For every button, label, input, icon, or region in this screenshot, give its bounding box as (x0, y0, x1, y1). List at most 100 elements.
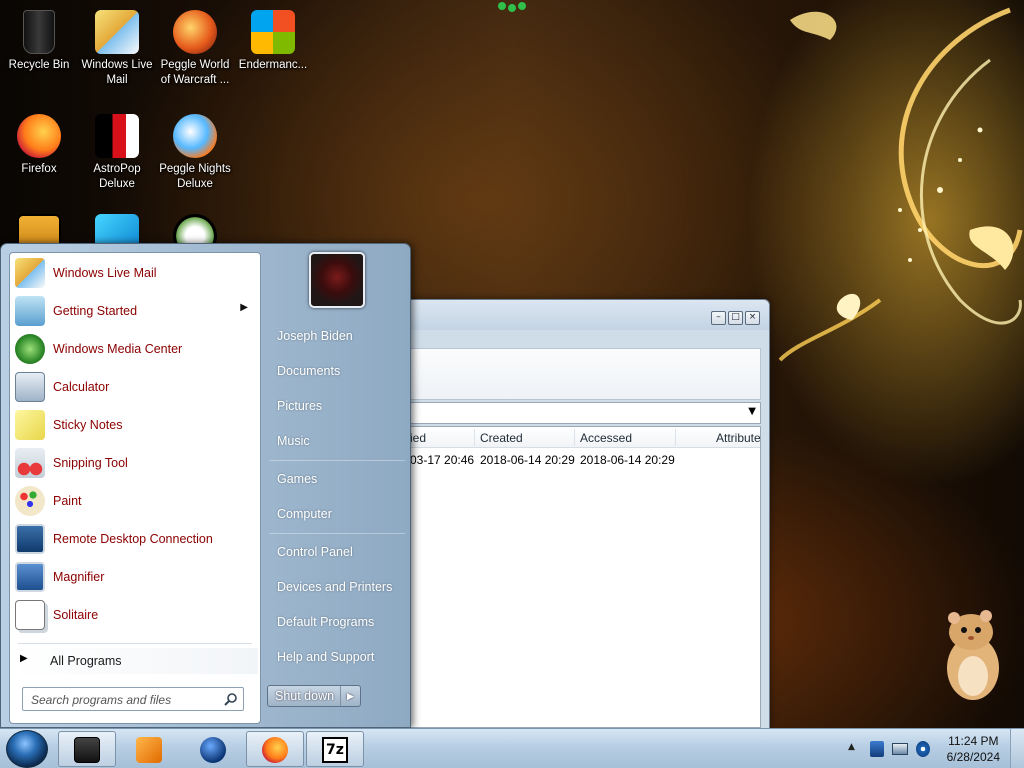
close-button[interactable]: × (745, 311, 760, 325)
network-icon[interactable] (892, 743, 908, 755)
tray-overflow-arrow[interactable]: ▲ (848, 742, 855, 752)
program-windows-live-mail[interactable]: Windows Live Mail (12, 255, 258, 291)
scissors-icon (15, 448, 45, 478)
desktop-icon-partial-2[interactable] (78, 208, 156, 244)
maximize-button[interactable]: □ (728, 311, 743, 325)
place-music[interactable]: Music (267, 427, 407, 455)
media-center-icon (15, 334, 45, 364)
column-attributes[interactable]: Attribute (716, 431, 761, 445)
taskbar-button-globe[interactable] (184, 731, 242, 767)
desktop-icon-endermanch[interactable]: Endermanc... (234, 4, 312, 73)
show-desktop-button[interactable] (1010, 729, 1024, 768)
place-pictures[interactable]: Pictures (267, 392, 407, 420)
column-created[interactable]: Created (480, 431, 523, 445)
desktop-icon-windows-live-mail[interactable]: Windows Live Mail (78, 4, 156, 88)
wallpaper-swirl (778, 7, 1023, 362)
all-programs-button[interactable]: ▶ All Programs (12, 648, 258, 674)
peggle-icon (173, 10, 217, 54)
program-magnifier[interactable]: Magnifier (12, 559, 258, 595)
place-games[interactable]: Games (267, 465, 407, 493)
program-remote-desktop[interactable]: Remote Desktop Connection (12, 521, 258, 557)
program-paint[interactable]: Paint (12, 483, 258, 519)
pc-icon (74, 737, 100, 763)
chevron-down-icon[interactable]: ▼ (748, 406, 756, 417)
game-icon (95, 214, 139, 244)
program-sticky-notes[interactable]: Sticky Notes (12, 407, 258, 443)
program-calculator[interactable]: Calculator (12, 369, 258, 405)
search-input[interactable]: Search programs and files (22, 687, 244, 711)
place-control-panel[interactable]: Control Panel (267, 538, 407, 566)
desktop-icon-astropop[interactable]: AstroPop Deluxe (78, 108, 156, 192)
7zip-icon: 7z (322, 737, 348, 763)
desktop-icon-peggle-nights[interactable]: Peggle Nights Deluxe (156, 108, 234, 192)
taskbar-button-7zip[interactable]: 7z (306, 731, 364, 767)
window-titlebar[interactable]: – □ × (381, 300, 769, 330)
clock[interactable]: 11:24 PM 6/28/2024 (947, 733, 1000, 765)
recycle-bin-icon (23, 10, 55, 54)
path-combo[interactable]: ▼ (387, 402, 761, 424)
mail-icon (15, 258, 45, 288)
calculator-icon (15, 372, 45, 402)
chevron-right-icon: ▶ (20, 653, 28, 664)
minimize-button[interactable]: – (711, 311, 726, 325)
place-default-programs[interactable]: Default Programs (267, 608, 407, 636)
list-header: ied Created Accessed Attribute (388, 427, 761, 448)
cell-accessed: 2018-06-14 20:29 (580, 453, 675, 467)
sticky-notes-icon (15, 410, 45, 440)
magnifier-icon (15, 562, 45, 592)
shutdown-button[interactable]: Shut down ▶ (267, 685, 361, 707)
place-help-support[interactable]: Help and Support (267, 643, 407, 671)
taskbar-button-firefox[interactable] (246, 731, 304, 767)
game-icon (17, 214, 61, 244)
table-row[interactable]: 03-17 20:46 2018-06-14 20:29 2018-06-14 … (388, 449, 760, 469)
cell-modified: 03-17 20:46 (410, 453, 475, 467)
astropop-icon (95, 114, 139, 158)
hamster-gadget (947, 610, 999, 700)
program-getting-started[interactable]: Getting Started ▶ (12, 293, 258, 329)
getting-started-icon (15, 296, 45, 326)
volume-icon[interactable] (916, 741, 930, 757)
window-toolbar (387, 348, 761, 400)
desktop-icon-partial-1[interactable] (0, 208, 78, 244)
file-list[interactable]: ied Created Accessed Attribute 03-17 20:… (387, 426, 761, 728)
system-tray: ▲ 11:24 PM 6/28/2024 (840, 729, 1024, 768)
start-button[interactable] (6, 730, 48, 768)
cell-created: 2018-06-14 20:29 (480, 453, 575, 467)
start-menu: Windows Live Mail Getting Started ▶ Wind… (0, 243, 411, 728)
place-computer[interactable]: Computer (267, 500, 407, 528)
program-solitaire[interactable]: Solitaire (12, 597, 258, 633)
place-devices-printers[interactable]: Devices and Printers (267, 573, 407, 601)
taskbar-button-media-player[interactable] (120, 731, 178, 767)
divider (269, 460, 405, 461)
start-menu-places-pane: Joseph Biden Documents Pictures Music Ga… (263, 244, 411, 728)
place-documents[interactable]: Documents (267, 357, 407, 385)
solitaire-icon (15, 600, 45, 630)
wallpaper-gems (498, 2, 526, 12)
column-modified[interactable]: ied (410, 431, 426, 445)
windows-logo-icon (251, 10, 295, 54)
divider (18, 643, 252, 644)
desktop-icon-partial-3[interactable] (156, 208, 234, 244)
user-avatar[interactable] (309, 252, 365, 308)
desktop-icon-recycle-bin[interactable]: Recycle Bin (0, 4, 78, 73)
tray-app-icon[interactable] (870, 741, 884, 757)
program-snipping-tool[interactable]: Snipping Tool (12, 445, 258, 481)
remote-desktop-icon (15, 524, 45, 554)
peggle-nights-icon (173, 114, 217, 158)
game-icon (173, 214, 217, 244)
place-user-folder[interactable]: Joseph Biden (267, 322, 407, 350)
mail-icon (95, 10, 139, 54)
taskbar-button-computer[interactable] (58, 731, 116, 767)
firefox-icon (262, 737, 288, 763)
program-windows-media-center[interactable]: Windows Media Center (12, 331, 258, 367)
shutdown-options-arrow[interactable]: ▶ (340, 686, 360, 706)
background-window[interactable]: – □ × ▼ ied Created Accessed Attribute 0… (380, 299, 770, 729)
firefox-icon (17, 114, 61, 158)
globe-icon (200, 737, 226, 763)
desktop-icon-peggle-wow[interactable]: Peggle World of Warcraft ... (156, 4, 234, 88)
desktop-icon-firefox[interactable]: Firefox (0, 108, 78, 177)
divider (269, 533, 405, 534)
column-accessed[interactable]: Accessed (580, 431, 632, 445)
taskbar: 7z ▲ 11:24 PM 6/28/2024 (0, 728, 1024, 768)
paint-icon (15, 486, 45, 516)
